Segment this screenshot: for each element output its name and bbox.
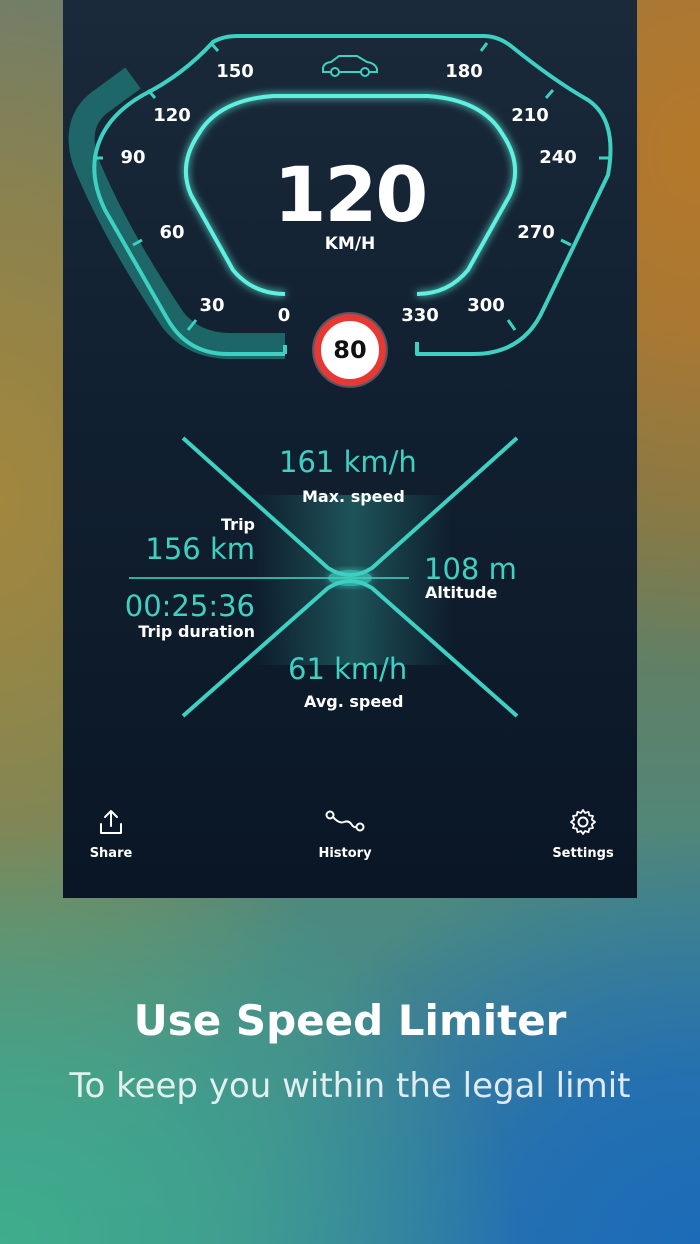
speed-limit-value: 80: [333, 336, 367, 364]
share-button[interactable]: Share: [51, 808, 171, 861]
trip-duration-label: Trip duration: [138, 622, 255, 641]
history-label: History: [318, 846, 372, 861]
max-speed-label: Max. speed: [302, 487, 405, 506]
scale-label-30: 30: [199, 295, 224, 316]
scale-label-300: 300: [467, 295, 505, 316]
history-button[interactable]: History: [285, 808, 405, 861]
altitude-label: Altitude: [425, 583, 498, 602]
scale-label-150: 150: [216, 61, 254, 82]
promo-subline: To keep you within the legal limit: [69, 1066, 631, 1106]
speed-unit: KM/H: [324, 234, 376, 254]
altitude-value: 108 m: [424, 552, 517, 586]
speed-limit-sign[interactable]: 80: [314, 314, 386, 386]
avg-speed-label: Avg. speed: [304, 692, 404, 711]
route-icon: [325, 810, 365, 832]
settings-label: Settings: [552, 846, 614, 861]
scale-label-0: 0: [278, 305, 291, 326]
gear-icon: [570, 809, 596, 835]
car-icon: [322, 55, 378, 77]
share-label: Share: [89, 846, 133, 861]
scale-label-330: 330: [401, 305, 439, 326]
promo-headline: Use Speed Limiter: [133, 996, 567, 1045]
scale-label-120: 120: [153, 105, 191, 126]
app-screen: 0 30 60 90 120 150 180 210 240 270 300 3…: [63, 0, 637, 898]
settings-button[interactable]: Settings: [523, 808, 643, 861]
avg-speed-value: 61 km/h: [288, 652, 408, 686]
max-speed-value: 161 km/h: [279, 445, 417, 479]
scale-label-210: 210: [511, 105, 549, 126]
share-icon: [100, 810, 122, 834]
current-speed: 120: [273, 150, 429, 239]
trip-duration-value: 00:25:36: [124, 589, 255, 623]
scale-label-180: 180: [445, 61, 483, 82]
trip-value: 156 km: [145, 532, 255, 566]
